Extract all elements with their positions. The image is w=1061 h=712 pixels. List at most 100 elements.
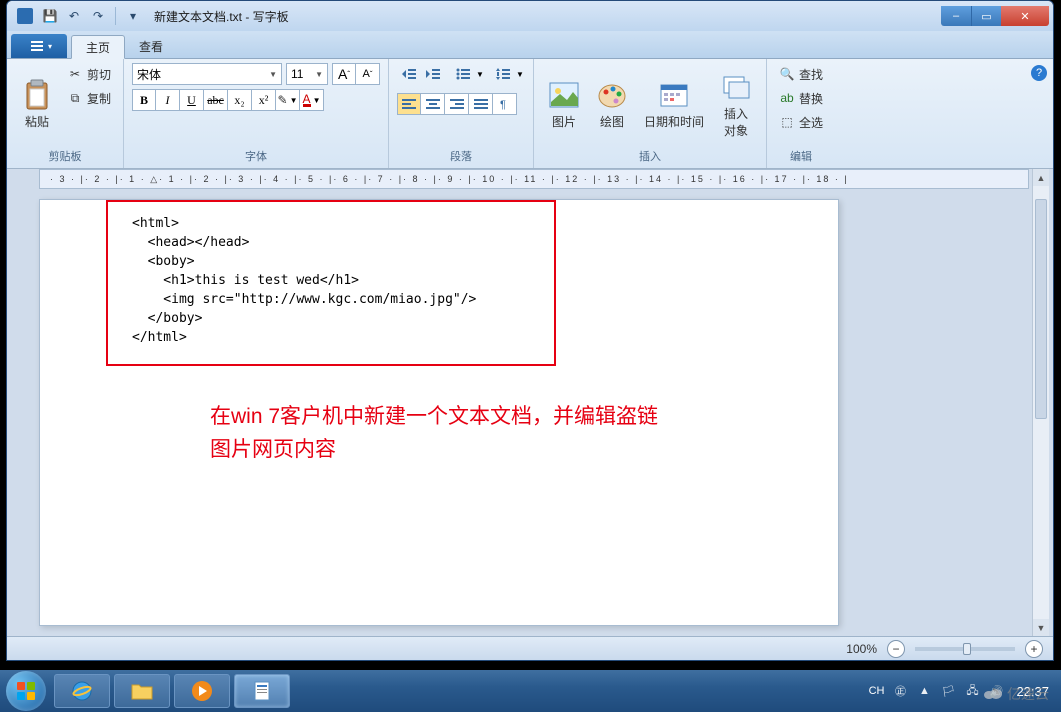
highlight-icon: ✎ (278, 93, 288, 107)
code-block-highlight: <html> <head></head> <boby> <h1>this is … (106, 200, 556, 366)
font-color-button[interactable]: A▼ (300, 89, 324, 111)
ime-indicator[interactable]: CH (869, 685, 885, 697)
ie-icon (70, 679, 94, 703)
annotation-text: 在win 7客户机中新建一个文本文档，并编辑盗链 图片网页内容 (210, 400, 658, 466)
taskbar-ie[interactable] (54, 674, 110, 708)
start-button[interactable] (6, 671, 46, 711)
tab-view[interactable]: 查看 (125, 34, 177, 58)
replace-icon: ab (779, 90, 795, 106)
status-bar: 100% − + (7, 636, 1053, 660)
group-insert: 图片 绘图 日期和时间 插入 对象 插入 (534, 59, 767, 168)
spacing-dropdown[interactable]: ▼ (515, 63, 525, 85)
cut-button[interactable]: ✂ 剪切 (63, 63, 115, 85)
search-icon: 🔍 (779, 66, 795, 82)
indent-icon (426, 68, 440, 80)
window-controls: – ▭ ✕ (941, 6, 1049, 26)
save-icon[interactable]: 💾 (39, 5, 61, 27)
insert-object-button[interactable]: 插入 对象 (714, 63, 758, 146)
bold-button[interactable]: B (132, 89, 156, 111)
cut-label: 剪切 (87, 66, 111, 83)
paper-scroll[interactable]: <html> <head></head> <boby> <h1>this is … (7, 189, 1053, 636)
group-insert-label: 插入 (542, 146, 758, 166)
network-icon[interactable]: 🖧 (964, 683, 980, 699)
taskbar-media[interactable] (174, 674, 230, 708)
minimize-button[interactable]: – (941, 6, 971, 26)
replace-button[interactable]: ab替换 (775, 87, 827, 109)
insert-paint-button[interactable]: 绘图 (590, 63, 634, 146)
select-all-button[interactable]: ⬚全选 (775, 111, 827, 133)
increase-indent-button[interactable] (421, 63, 445, 85)
clock[interactable]: 22:37 (1016, 684, 1049, 699)
help-icon[interactable]: ? (1031, 65, 1047, 81)
find-button[interactable]: 🔍查找 (775, 63, 827, 85)
line-spacing-button[interactable] (491, 63, 515, 85)
highlight-button[interactable]: ✎▼ (276, 89, 300, 111)
strike-button[interactable]: abc (204, 89, 228, 111)
subscript-button[interactable]: x₂ (228, 89, 252, 111)
media-player-icon (191, 680, 213, 702)
file-menu-icon (30, 40, 44, 52)
maximize-button[interactable]: ▭ (971, 6, 1001, 26)
italic-button[interactable]: I (156, 89, 180, 111)
qat-customize-icon[interactable]: ▾ (122, 5, 144, 27)
superscript-button[interactable]: x² (252, 89, 276, 111)
redo-icon[interactable]: ↷ (87, 5, 109, 27)
list-dropdown[interactable]: ▼ (475, 63, 485, 85)
action-center-icon[interactable]: 🏳 (940, 683, 956, 699)
volume-icon[interactable]: 🔊 (988, 683, 1004, 699)
zoom-level: 100% (846, 642, 877, 656)
font-size-value: 11 (291, 67, 303, 81)
file-tab[interactable]: ▾ (11, 34, 67, 58)
zoom-slider[interactable] (915, 647, 1015, 651)
font-name-combo[interactable]: 宋体▼ (132, 63, 282, 85)
tray-expand-icon[interactable]: ▲ (916, 683, 932, 699)
zoom-thumb[interactable] (963, 643, 971, 655)
scroll-down-icon[interactable]: ▼ (1033, 619, 1049, 636)
insert-datetime-button[interactable]: 日期和时间 (638, 63, 710, 146)
scroll-thumb[interactable] (1035, 199, 1047, 419)
decrease-indent-button[interactable] (397, 63, 421, 85)
scroll-up-icon[interactable]: ▲ (1033, 169, 1049, 186)
copy-icon: ⧉ (67, 90, 83, 106)
font-size-combo[interactable]: 11▼ (286, 63, 328, 85)
replace-label: 替换 (799, 90, 823, 107)
zoom-out-button[interactable]: − (887, 640, 905, 658)
align-right-button[interactable] (445, 93, 469, 115)
bullet-list-button[interactable] (451, 63, 475, 85)
insert-picture-button[interactable]: 图片 (542, 63, 586, 146)
shrink-font-button[interactable]: Aˇ (356, 63, 380, 85)
align-justify-button[interactable] (469, 93, 493, 115)
ruler[interactable]: · 3 · | · 2 · | · 1 · △ · 1 · | · 2 · | … (39, 169, 1029, 189)
align-left-button[interactable] (397, 93, 421, 115)
chevron-down-icon: ▼ (313, 96, 321, 105)
paper[interactable]: <html> <head></head> <boby> <h1>this is … (39, 199, 839, 626)
paste-button[interactable]: 粘贴 (15, 63, 59, 146)
vertical-scrollbar[interactable]: ▲ ▼ (1032, 169, 1049, 636)
paint-label: 绘图 (600, 113, 624, 130)
undo-icon[interactable]: ↶ (63, 5, 85, 27)
title-bar: 💾 ↶ ↷ ▾ 新建文本文档.txt - 写字板 – ▭ ✕ (7, 1, 1053, 31)
picture-icon (548, 79, 580, 111)
taskbar-explorer[interactable] (114, 674, 170, 708)
qat-separator (115, 7, 116, 25)
svg-text:¶: ¶ (500, 99, 506, 110)
align-center-button[interactable] (421, 93, 445, 115)
ime-options-icon[interactable]: ㊣ (892, 683, 908, 699)
calendar-icon (658, 79, 690, 111)
wordpad-icon (251, 680, 273, 702)
zoom-in-button[interactable]: + (1025, 640, 1043, 658)
taskbar-wordpad[interactable] (234, 674, 290, 708)
annotation-line2: 图片网页内容 (210, 438, 336, 461)
window-title: 新建文本文档.txt - 写字板 (154, 8, 289, 25)
wordpad-window: 💾 ↶ ↷ ▾ 新建文本文档.txt - 写字板 – ▭ ✕ ▾ 主页 查看 ? (6, 0, 1054, 661)
grow-font-button[interactable]: Aˆ (332, 63, 356, 85)
tab-home[interactable]: 主页 (71, 35, 125, 59)
copy-button[interactable]: ⧉ 复制 (63, 87, 115, 109)
outdent-icon (402, 68, 416, 80)
group-paragraph: ▼ ▼ ¶ 段落 (389, 59, 534, 168)
align-left-icon (402, 98, 416, 110)
close-button[interactable]: ✕ (1001, 6, 1049, 26)
paragraph-settings-button[interactable]: ¶ (493, 93, 517, 115)
underline-button[interactable]: U (180, 89, 204, 111)
font-color-icon: A (303, 94, 311, 107)
